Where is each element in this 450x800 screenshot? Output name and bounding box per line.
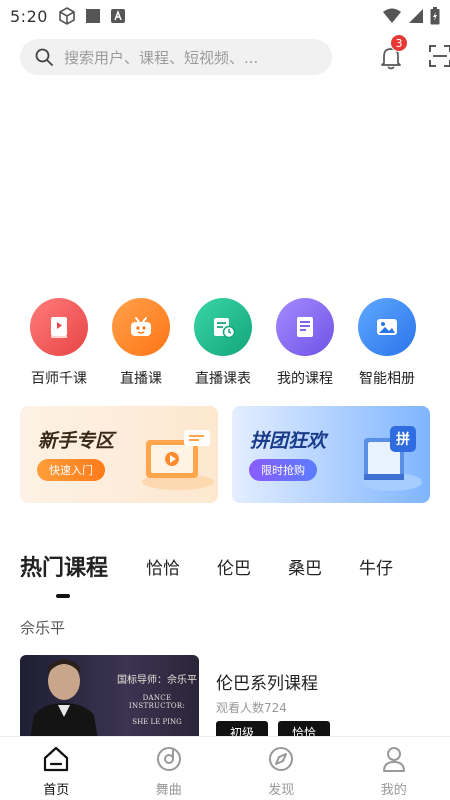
quick-link-label: 直播课表	[195, 371, 251, 387]
profile-icon	[382, 747, 405, 772]
course-list-icon	[276, 298, 334, 356]
tabbar-label: 舞曲	[155, 783, 182, 798]
video-book-icon	[30, 298, 88, 356]
signal-icon	[409, 9, 423, 23]
teacher-name[interactable]: 佘乐平	[20, 617, 65, 638]
tab-hot-courses[interactable]: 热门课程	[20, 550, 108, 582]
quick-link-label: 智能相册	[359, 371, 415, 387]
compass-icon	[269, 747, 294, 771]
search-row: 搜索用户、课程、短视频、... 3	[20, 34, 450, 76]
home-icon	[44, 746, 69, 772]
tabbar-music[interactable]: 舞曲	[113, 737, 226, 800]
battery-icon	[430, 7, 440, 25]
promo-group-buy-card[interactable]: 拼团狂欢 限时抢购 拼	[232, 406, 430, 503]
wifi-icon	[383, 8, 401, 23]
search-input[interactable]: 搜索用户、课程、短视频、...	[20, 39, 332, 75]
schedule-icon	[194, 298, 252, 356]
quick-link-label: 百师千课	[31, 371, 87, 387]
scan-icon[interactable]	[428, 44, 450, 68]
status-time: 5:20	[10, 6, 48, 26]
promo-button[interactable]: 限时抢购	[249, 459, 317, 481]
status-bar: 5:20	[0, 0, 450, 32]
cube-icon	[59, 7, 75, 25]
thumbnail-caption-line: 国标导师：佘乐平	[117, 675, 197, 686]
promo-newbie-card[interactable]: 新手专区 快速入门	[20, 406, 218, 503]
tabbar-label: 首页	[43, 783, 70, 798]
tab-chacha[interactable]: 恰恰	[146, 554, 180, 579]
tabbar-home[interactable]: 首页	[0, 737, 113, 800]
promo-title: 拼团狂欢	[250, 430, 327, 452]
live-tv-icon	[112, 298, 170, 356]
thumbnail-caption-line: DANCE INSTRUCTOR:	[128, 694, 186, 710]
promo-button[interactable]: 快速入门	[37, 459, 105, 481]
square-icon	[85, 9, 100, 23]
promo-title: 新手专区	[38, 430, 115, 452]
app-notification-icon	[110, 9, 125, 23]
search-placeholder: 搜索用户、课程、短视频、...	[64, 48, 259, 67]
active-tab-indicator	[56, 594, 70, 598]
bottom-tab-bar: 首页 舞曲 发现 我的	[0, 736, 450, 800]
thumbnail-caption: 国标导师：佘乐平 DANCE INSTRUCTOR: SHE LE PING	[115, 671, 199, 726]
tab-jive[interactable]: 牛仔	[359, 554, 393, 579]
thumbnail-caption-line: SHE LE PING	[132, 718, 182, 726]
course-tabs: 热门课程 恰恰 伦巴 桑巴 牛仔	[20, 548, 440, 598]
search-icon	[35, 48, 53, 66]
tabbar-label: 我的	[380, 783, 407, 798]
music-disc-icon	[156, 747, 181, 771]
quick-link-live[interactable]: 直播课	[100, 298, 182, 388]
banner-carousel[interactable]	[0, 84, 450, 284]
tabbar-label: 发现	[268, 783, 295, 798]
tab-samba[interactable]: 桑巴	[288, 554, 322, 579]
course-views: 观看人数724	[216, 701, 287, 715]
tab-rumba[interactable]: 伦巴	[217, 554, 251, 579]
quick-link-label: 直播课	[120, 371, 162, 387]
notification-badge: 3	[390, 34, 408, 52]
instructor-silhouette	[30, 659, 98, 740]
course-card[interactable]: 国标导师：佘乐平 DANCE INSTRUCTOR: SHE LE PING 伦…	[20, 655, 440, 743]
quick-link-label: 我的课程	[277, 371, 333, 387]
quick-link-smart-album[interactable]: 智能相册	[346, 298, 428, 388]
course-thumbnail[interactable]: 国标导师：佘乐平 DANCE INSTRUCTOR: SHE LE PING	[20, 655, 199, 740]
quick-link-live-schedule[interactable]: 直播课表	[182, 298, 264, 388]
photo-album-icon	[358, 298, 416, 356]
tabbar-profile[interactable]: 我的	[338, 737, 450, 800]
group-buy-badge: 拼	[390, 426, 416, 452]
course-title: 伦巴系列课程	[216, 674, 318, 694]
video-player-icon	[142, 430, 214, 490]
quick-links: 百师千课 直播课 直播课表 我的课程 智能相册	[0, 298, 450, 388]
quick-link-baishiqianke[interactable]: 百师千课	[18, 298, 100, 388]
tabbar-discover[interactable]: 发现	[225, 737, 338, 800]
quick-link-my-courses[interactable]: 我的课程	[264, 298, 346, 388]
